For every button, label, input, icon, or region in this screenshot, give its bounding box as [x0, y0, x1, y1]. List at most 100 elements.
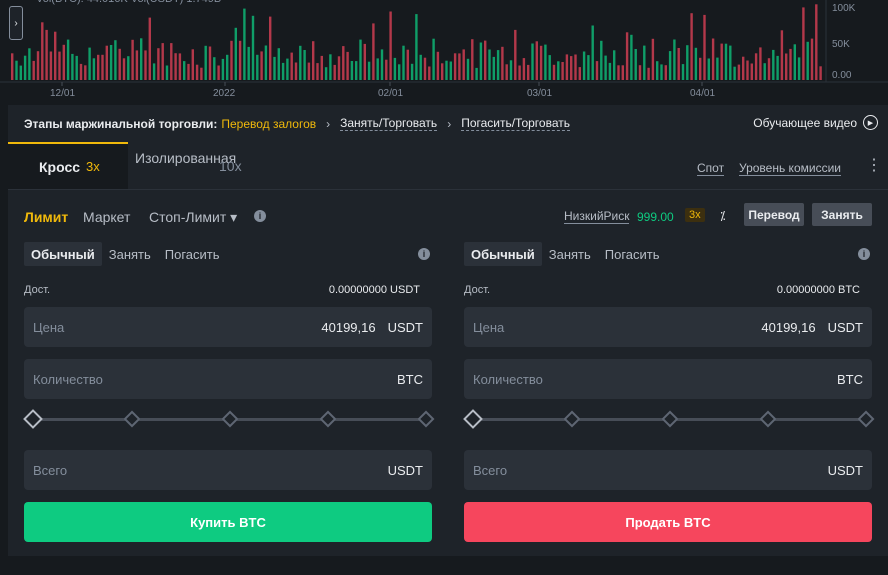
sell-tab-repay[interactable]: Погасить [598, 242, 667, 266]
buy-subtabs: Обычный Занять Погасить [24, 242, 227, 266]
volume-bar [518, 65, 521, 80]
volume-bar [79, 63, 83, 80]
volume-bar [88, 47, 91, 80]
volume-bar [247, 46, 250, 80]
volume-bar [135, 50, 139, 80]
volume-bar [260, 51, 263, 80]
step-borrow-trade[interactable]: Занять/Торговать [340, 116, 438, 131]
buy-price-value[interactable]: 40199,16 [321, 320, 375, 335]
volume-bar [389, 11, 392, 80]
slider-mark-25[interactable] [563, 410, 581, 428]
volume-bar [772, 49, 775, 80]
chevron-right-icon: › [326, 116, 331, 131]
buy-quantity-field[interactable]: Количество BTC [24, 359, 432, 399]
volume-bar [660, 64, 663, 80]
slider-handle[interactable] [463, 409, 483, 429]
volume-bar [492, 56, 495, 80]
slider-mark-75[interactable] [759, 410, 777, 428]
fee-level-link[interactable]: Уровень комиссии [739, 162, 841, 176]
slider-mark-50[interactable] [221, 410, 239, 428]
sell-price-field[interactable]: Цена 40199,16 USDT [464, 307, 872, 347]
sell-total-field[interactable]: Всего USDT [464, 450, 872, 490]
volume-bar [238, 40, 242, 80]
buy-tab-borrow[interactable]: Занять [102, 242, 158, 266]
volume-bar [625, 32, 629, 80]
volume-bar [92, 58, 96, 80]
volume-bar [742, 56, 745, 80]
order-type-stop-limit[interactable]: Стоп-Лимит ▾ [149, 209, 237, 226]
slider-mark-100[interactable] [857, 410, 875, 428]
order-type-row: Лимит Маркет Стоп-Лимит ▾ i НизкийРиск 9… [8, 190, 888, 240]
volume-bar [462, 49, 465, 80]
volume-bar [114, 40, 117, 80]
margin-order-panel: Кросс 3x Изолированная 10x Спот Уровень … [8, 142, 888, 556]
volume-bar [178, 53, 182, 80]
percent-icon[interactable]: ⁒ [720, 209, 725, 223]
volume-bar [453, 53, 457, 80]
volume-bar [703, 14, 706, 80]
slider-mark-75[interactable] [319, 410, 337, 428]
buy-tab-normal[interactable]: Обычный [24, 242, 102, 266]
volume-bar [118, 48, 121, 80]
sell-quantity-field[interactable]: Количество BTC [464, 359, 872, 399]
sell-tab-normal[interactable]: Обычный [464, 242, 542, 266]
order-type-limit[interactable]: Лимит [24, 209, 68, 225]
volume-bar [41, 22, 44, 80]
volume-bar [316, 63, 319, 80]
volume-bar [294, 62, 298, 80]
more-vertical-icon[interactable]: ⋮ [866, 158, 882, 174]
buy-tab-repay[interactable]: Погасить [158, 242, 227, 266]
step-repay-trade[interactable]: Погасить/Торговать [461, 116, 570, 131]
borrow-button[interactable]: Занять [812, 203, 872, 226]
slider-mark-100[interactable] [417, 410, 435, 428]
volume-bar [372, 23, 375, 80]
volume-bar [398, 64, 401, 80]
volume-bar [806, 41, 809, 80]
volume-bar [608, 62, 612, 80]
volume-bar [359, 39, 362, 80]
buy-total-field[interactable]: Всего USDT [24, 450, 432, 490]
y-tick-label: 50K [832, 39, 850, 50]
slider-handle[interactable] [23, 409, 43, 429]
margin-mode-bar: Кросс 3x Изолированная 10x Спот Уровень … [8, 142, 888, 190]
volume-chart: Vol(BTC): 44.016K Vol(USDT) 1.749B 100K 50… [0, 0, 888, 105]
tutorial-video-link[interactable]: Обучающее видео ▶ [753, 115, 878, 130]
transfer-button[interactable]: Перевод [744, 203, 804, 226]
chevron-right-icon[interactable]: › [9, 6, 23, 40]
volume-bar [402, 45, 405, 80]
volume-bar [570, 56, 573, 80]
sell-quantity-label: Количество [473, 371, 543, 387]
volume-bar [127, 56, 130, 80]
volume-bar [415, 14, 418, 81]
sell-amount-slider[interactable] [463, 404, 875, 432]
volume-bar [75, 55, 78, 80]
play-icon: ▶ [863, 115, 878, 130]
slider-mark-25[interactable] [123, 410, 141, 428]
sell-tab-borrow[interactable]: Занять [542, 242, 598, 266]
risk-level-label[interactable]: НизкийРиск [564, 210, 630, 224]
slider-mark-50[interactable] [661, 410, 679, 428]
tab-isolated-leverage: 10x [219, 158, 242, 174]
volume-bar [208, 46, 212, 80]
info-icon[interactable]: i [254, 210, 266, 222]
sell-price-value[interactable]: 40199,16 [761, 320, 815, 335]
info-icon[interactable]: i [418, 248, 430, 260]
spot-link[interactable]: Спот [697, 162, 725, 176]
volume-bar [527, 64, 530, 80]
tab-isolated[interactable]: Изолированная [135, 150, 236, 167]
buy-price-field[interactable]: Цена 40199,16 USDT [24, 307, 432, 347]
tab-cross-label: Кросс [39, 158, 81, 175]
volume-bar [234, 27, 237, 80]
buy-button[interactable]: Купить BTC [24, 502, 432, 542]
order-type-market[interactable]: Маркет [83, 209, 130, 225]
buy-amount-slider[interactable] [23, 404, 435, 432]
volume-bar [643, 45, 646, 80]
info-icon[interactable]: i [858, 248, 870, 260]
sell-button[interactable]: Продать BTC [464, 502, 872, 542]
volume-bar [191, 49, 194, 80]
step-transfer-collateral[interactable]: Перевод залогов [221, 117, 316, 131]
tab-cross[interactable]: Кросс 3x [8, 142, 128, 189]
volume-bar [604, 55, 607, 80]
volume-bar [264, 45, 268, 80]
sell-available-value: 0.00000000 BTC [776, 284, 860, 296]
